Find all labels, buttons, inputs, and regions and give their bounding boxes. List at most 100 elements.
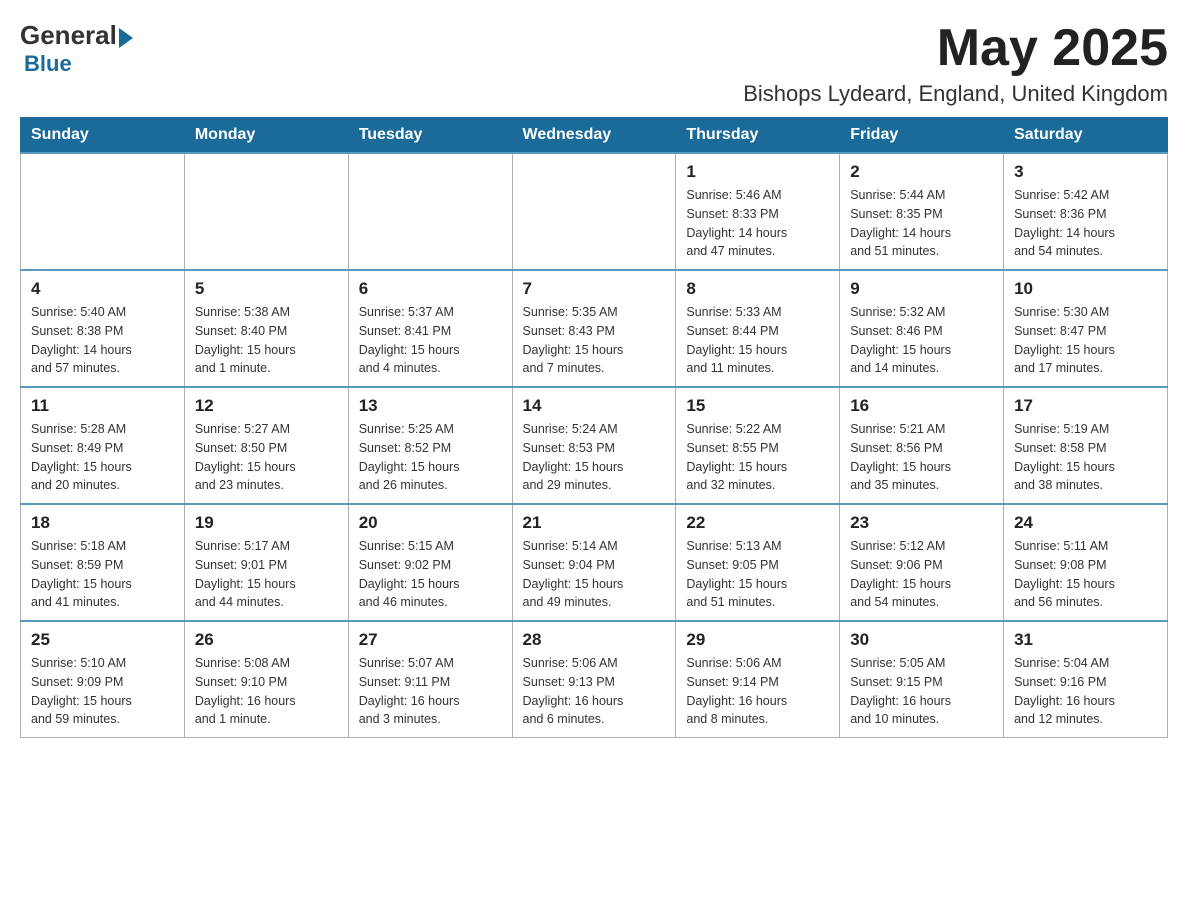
calendar-cell: 23 Sunrise: 5:12 AM Sunset: 9:06 PM Dayli… bbox=[840, 504, 1004, 621]
day-info: Sunrise: 5:28 AM Sunset: 8:49 PM Dayligh… bbox=[31, 420, 174, 495]
day-info: Sunrise: 5:27 AM Sunset: 8:50 PM Dayligh… bbox=[195, 420, 338, 495]
day-info: Sunrise: 5:32 AM Sunset: 8:46 PM Dayligh… bbox=[850, 303, 993, 378]
calendar-cell: 4Sunrise: 5:40 AM Sunset: 8:38 PM Daylig… bbox=[21, 270, 185, 387]
calendar-cell: 21 Sunrise: 5:14 AM Sunset: 9:04 PM Dayli… bbox=[512, 504, 676, 621]
calendar-header-tuesday: Tuesday bbox=[348, 118, 512, 154]
calendar-cell: 15 Sunrise: 5:22 AM Sunset: 8:55 PM Dayli… bbox=[676, 387, 840, 504]
week-row-3: 11 Sunrise: 5:28 AM Sunset: 8:49 PM Dayli… bbox=[21, 387, 1168, 504]
day-info: Sunrise: 5:46 AM Sunset: 8:33 PM Dayligh… bbox=[686, 186, 829, 261]
day-info: Sunrise: 5:30 AM Sunset: 8:47 PM Dayligh… bbox=[1014, 303, 1157, 378]
calendar-cell: 7 Sunrise: 5:35 AM Sunset: 8:43 PM Daylig… bbox=[512, 270, 676, 387]
calendar-cell: 19 Sunrise: 5:17 AM Sunset: 9:01 PM Dayli… bbox=[184, 504, 348, 621]
day-info: Sunrise: 5:18 AM Sunset: 8:59 PM Dayligh… bbox=[31, 537, 174, 612]
calendar-cell: 25 Sunrise: 5:10 AM Sunset: 9:09 PM Dayli… bbox=[21, 621, 185, 738]
day-info: Sunrise: 5:08 AM Sunset: 9:10 PM Dayligh… bbox=[195, 654, 338, 729]
calendar-header-friday: Friday bbox=[840, 118, 1004, 154]
calendar-cell: 9 Sunrise: 5:32 AM Sunset: 8:46 PM Daylig… bbox=[840, 270, 1004, 387]
day-number: 8 bbox=[686, 279, 829, 299]
day-number: 23 bbox=[850, 513, 993, 533]
day-info: Sunrise: 5:05 AM Sunset: 9:15 PM Dayligh… bbox=[850, 654, 993, 729]
calendar-cell: 29 Sunrise: 5:06 AM Sunset: 9:14 PM Dayli… bbox=[676, 621, 840, 738]
day-info: Sunrise: 5:11 AM Sunset: 9:08 PM Dayligh… bbox=[1014, 537, 1157, 612]
day-info: Sunrise: 5:17 AM Sunset: 9:01 PM Dayligh… bbox=[195, 537, 338, 612]
calendar-table: SundayMondayTuesdayWednesdayThursdayFrid… bbox=[20, 117, 1168, 738]
day-number: 2 bbox=[850, 162, 993, 182]
day-number: 24 bbox=[1014, 513, 1157, 533]
calendar-cell: 17 Sunrise: 5:19 AM Sunset: 8:58 PM Dayli… bbox=[1004, 387, 1168, 504]
calendar-cell: 22 Sunrise: 5:13 AM Sunset: 9:05 PM Dayli… bbox=[676, 504, 840, 621]
title-block: May 2025 Bishops Lydeard, England, Unite… bbox=[743, 20, 1168, 107]
week-row-2: 4Sunrise: 5:40 AM Sunset: 8:38 PM Daylig… bbox=[21, 270, 1168, 387]
calendar-cell bbox=[184, 153, 348, 270]
day-number: 13 bbox=[359, 396, 502, 416]
logo-arrow-icon bbox=[119, 28, 133, 48]
day-info: Sunrise: 5:13 AM Sunset: 9:05 PM Dayligh… bbox=[686, 537, 829, 612]
week-row-1: 1 Sunrise: 5:46 AM Sunset: 8:33 PM Daylig… bbox=[21, 153, 1168, 270]
day-number: 3 bbox=[1014, 162, 1157, 182]
page-header: General Blue May 2025 Bishops Lydeard, E… bbox=[20, 20, 1168, 107]
calendar-cell: 6 Sunrise: 5:37 AM Sunset: 8:41 PM Daylig… bbox=[348, 270, 512, 387]
calendar-header-monday: Monday bbox=[184, 118, 348, 154]
calendar-header-sunday: Sunday bbox=[21, 118, 185, 154]
calendar-cell: 26 Sunrise: 5:08 AM Sunset: 9:10 PM Dayli… bbox=[184, 621, 348, 738]
day-info: Sunrise: 5:33 AM Sunset: 8:44 PM Dayligh… bbox=[686, 303, 829, 378]
day-number: 17 bbox=[1014, 396, 1157, 416]
day-number: 21 bbox=[523, 513, 666, 533]
calendar-cell: 1 Sunrise: 5:46 AM Sunset: 8:33 PM Daylig… bbox=[676, 153, 840, 270]
day-info: Sunrise: 5:35 AM Sunset: 8:43 PM Dayligh… bbox=[523, 303, 666, 378]
day-number: 18 bbox=[31, 513, 174, 533]
day-info: Sunrise: 5:42 AM Sunset: 8:36 PM Dayligh… bbox=[1014, 186, 1157, 261]
day-info: Sunrise: 5:25 AM Sunset: 8:52 PM Dayligh… bbox=[359, 420, 502, 495]
day-info: Sunrise: 5:37 AM Sunset: 8:41 PM Dayligh… bbox=[359, 303, 502, 378]
calendar-cell bbox=[348, 153, 512, 270]
logo-blue: Blue bbox=[24, 51, 72, 77]
calendar-cell bbox=[512, 153, 676, 270]
day-number: 19 bbox=[195, 513, 338, 533]
day-number: 26 bbox=[195, 630, 338, 650]
calendar-cell: 13 Sunrise: 5:25 AM Sunset: 8:52 PM Dayli… bbox=[348, 387, 512, 504]
day-info: Sunrise: 5:06 AM Sunset: 9:14 PM Dayligh… bbox=[686, 654, 829, 729]
day-info: Sunrise: 5:38 AM Sunset: 8:40 PM Dayligh… bbox=[195, 303, 338, 378]
day-info: Sunrise: 5:12 AM Sunset: 9:06 PM Dayligh… bbox=[850, 537, 993, 612]
day-info: Sunrise: 5:19 AM Sunset: 8:58 PM Dayligh… bbox=[1014, 420, 1157, 495]
month-title: May 2025 bbox=[743, 20, 1168, 77]
day-number: 6 bbox=[359, 279, 502, 299]
logo: General Blue bbox=[20, 20, 133, 77]
day-info: Sunrise: 5:10 AM Sunset: 9:09 PM Dayligh… bbox=[31, 654, 174, 729]
calendar-cell: 2 Sunrise: 5:44 AM Sunset: 8:35 PM Daylig… bbox=[840, 153, 1004, 270]
calendar-cell: 14Sunrise: 5:24 AM Sunset: 8:53 PM Dayli… bbox=[512, 387, 676, 504]
day-number: 9 bbox=[850, 279, 993, 299]
day-info: Sunrise: 5:15 AM Sunset: 9:02 PM Dayligh… bbox=[359, 537, 502, 612]
calendar-header-thursday: Thursday bbox=[676, 118, 840, 154]
calendar-header-wednesday: Wednesday bbox=[512, 118, 676, 154]
calendar-cell: 8 Sunrise: 5:33 AM Sunset: 8:44 PM Daylig… bbox=[676, 270, 840, 387]
day-number: 12 bbox=[195, 396, 338, 416]
day-info: Sunrise: 5:14 AM Sunset: 9:04 PM Dayligh… bbox=[523, 537, 666, 612]
calendar-cell: 18 Sunrise: 5:18 AM Sunset: 8:59 PM Dayli… bbox=[21, 504, 185, 621]
day-info: Sunrise: 5:22 AM Sunset: 8:55 PM Dayligh… bbox=[686, 420, 829, 495]
calendar-header-row: SundayMondayTuesdayWednesdayThursdayFrid… bbox=[21, 118, 1168, 154]
calendar-cell: 30 Sunrise: 5:05 AM Sunset: 9:15 PM Dayli… bbox=[840, 621, 1004, 738]
day-number: 22 bbox=[686, 513, 829, 533]
day-number: 27 bbox=[359, 630, 502, 650]
day-info: Sunrise: 5:24 AM Sunset: 8:53 PM Dayligh… bbox=[523, 420, 666, 495]
day-number: 1 bbox=[686, 162, 829, 182]
day-info: Sunrise: 5:44 AM Sunset: 8:35 PM Dayligh… bbox=[850, 186, 993, 261]
day-number: 15 bbox=[686, 396, 829, 416]
day-number: 16 bbox=[850, 396, 993, 416]
calendar-cell: 31 Sunrise: 5:04 AM Sunset: 9:16 PM Dayli… bbox=[1004, 621, 1168, 738]
calendar-cell: 12 Sunrise: 5:27 AM Sunset: 8:50 PM Dayli… bbox=[184, 387, 348, 504]
day-number: 5 bbox=[195, 279, 338, 299]
day-number: 29 bbox=[686, 630, 829, 650]
day-number: 10 bbox=[1014, 279, 1157, 299]
calendar-header-saturday: Saturday bbox=[1004, 118, 1168, 154]
day-number: 11 bbox=[31, 396, 174, 416]
day-number: 30 bbox=[850, 630, 993, 650]
week-row-5: 25 Sunrise: 5:10 AM Sunset: 9:09 PM Dayli… bbox=[21, 621, 1168, 738]
day-number: 31 bbox=[1014, 630, 1157, 650]
day-info: Sunrise: 5:04 AM Sunset: 9:16 PM Dayligh… bbox=[1014, 654, 1157, 729]
day-number: 4 bbox=[31, 279, 174, 299]
day-number: 7 bbox=[523, 279, 666, 299]
location-title: Bishops Lydeard, England, United Kingdom bbox=[743, 81, 1168, 107]
day-number: 25 bbox=[31, 630, 174, 650]
